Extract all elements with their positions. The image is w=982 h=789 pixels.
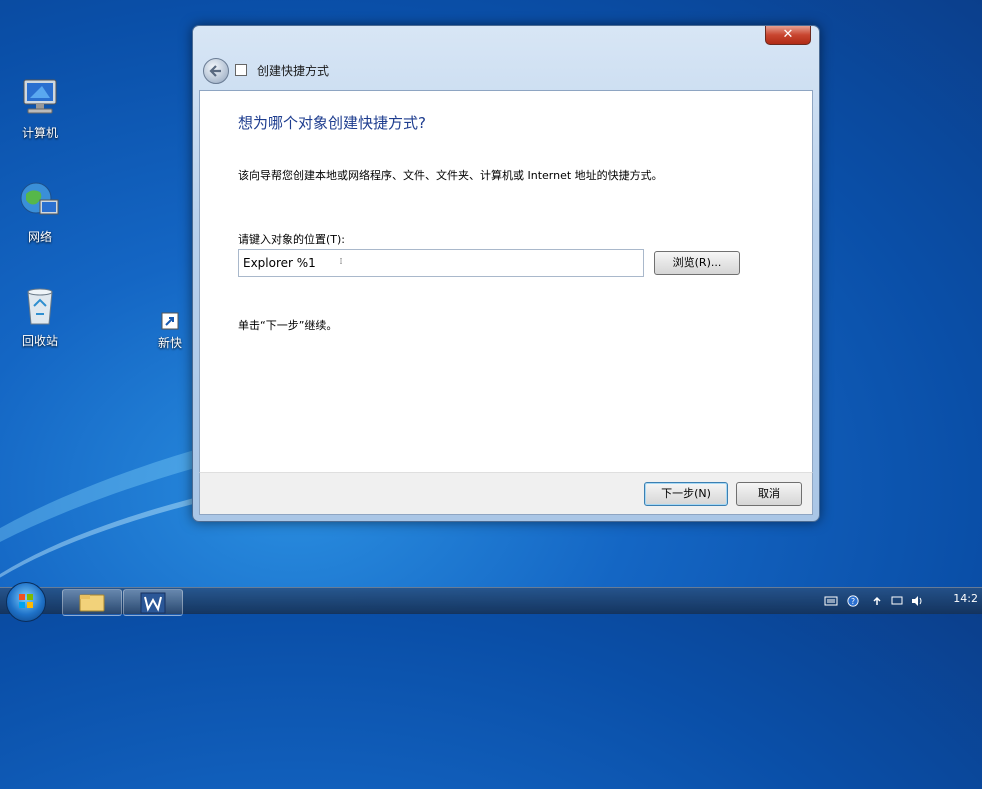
taskbar-explorer-button[interactable] [62,589,122,616]
wizard-footer: 下一步(N) 取消 [199,472,813,515]
location-label: 请键入对象的位置(T): [238,233,346,246]
desktop-icon-label: 计算机 [21,126,58,140]
window-titlebar: 创建快捷方式 [201,58,811,84]
cancel-button[interactable]: 取消 [736,482,802,506]
desktop-icon-computer[interactable]: 计算机 [5,76,75,141]
folder-icon [79,594,105,612]
network-tray-icon[interactable] [890,595,904,607]
desktop-icon-recycle-bin[interactable]: 回收站 [5,284,75,349]
close-button[interactable]: ✕ [765,26,811,45]
desktop-icon-network[interactable]: 网络 [5,180,75,245]
recycle-bin-icon [18,284,62,328]
window-title: 创建快捷方式 [257,64,330,78]
taskbar-word-button[interactable] [123,589,183,616]
desktop-icon-new-shortcut[interactable]: 新快 [145,312,195,351]
computer-icon [18,76,62,120]
wizard-description: 该向导帮您创建本地或网络程序、文件、文件夹、计算机或 Internet 地址的快… [238,169,663,182]
desktop-icon-label: 新快 [157,336,182,350]
browse-button[interactable]: 浏览(R)... [654,251,740,275]
create-shortcut-window: ✕ 创建快捷方式 想为哪个对象创建快捷方式? 该向导帮您创建本地或网络程序、文件… [192,25,820,522]
taskbar: ? 14:2 [0,582,982,622]
arrow-up-icon[interactable] [870,595,884,607]
start-button[interactable] [6,582,46,622]
back-arrow-icon [209,65,221,77]
back-button[interactable] [203,58,229,84]
ibeam-cursor-icon [340,258,342,264]
shortcut-arrow-icon [161,312,179,330]
taskbar-clock[interactable]: 14:2 [953,592,978,605]
svg-text:?: ? [851,597,855,606]
volume-icon[interactable] [910,595,924,607]
windows-logo-icon [19,594,33,608]
help-icon[interactable]: ? [846,595,860,607]
desktop-icon-label: 回收站 [21,334,58,348]
shortcut-title-icon [235,64,247,76]
desktop-icon-label: 网络 [27,230,52,244]
word-app-icon [140,592,166,614]
network-globe-icon [18,180,62,224]
wizard-content-pane: 想为哪个对象创建快捷方式? 该向导帮您创建本地或网络程序、文件、文件夹、计算机或… [199,90,813,472]
continue-hint: 单击“下一步”继续。 [238,319,338,332]
location-input[interactable] [238,249,644,277]
keyboard-icon[interactable] [824,595,838,607]
wizard-heading: 想为哪个对象创建快捷方式? [238,114,426,132]
next-button[interactable]: 下一步(N) [644,482,728,506]
